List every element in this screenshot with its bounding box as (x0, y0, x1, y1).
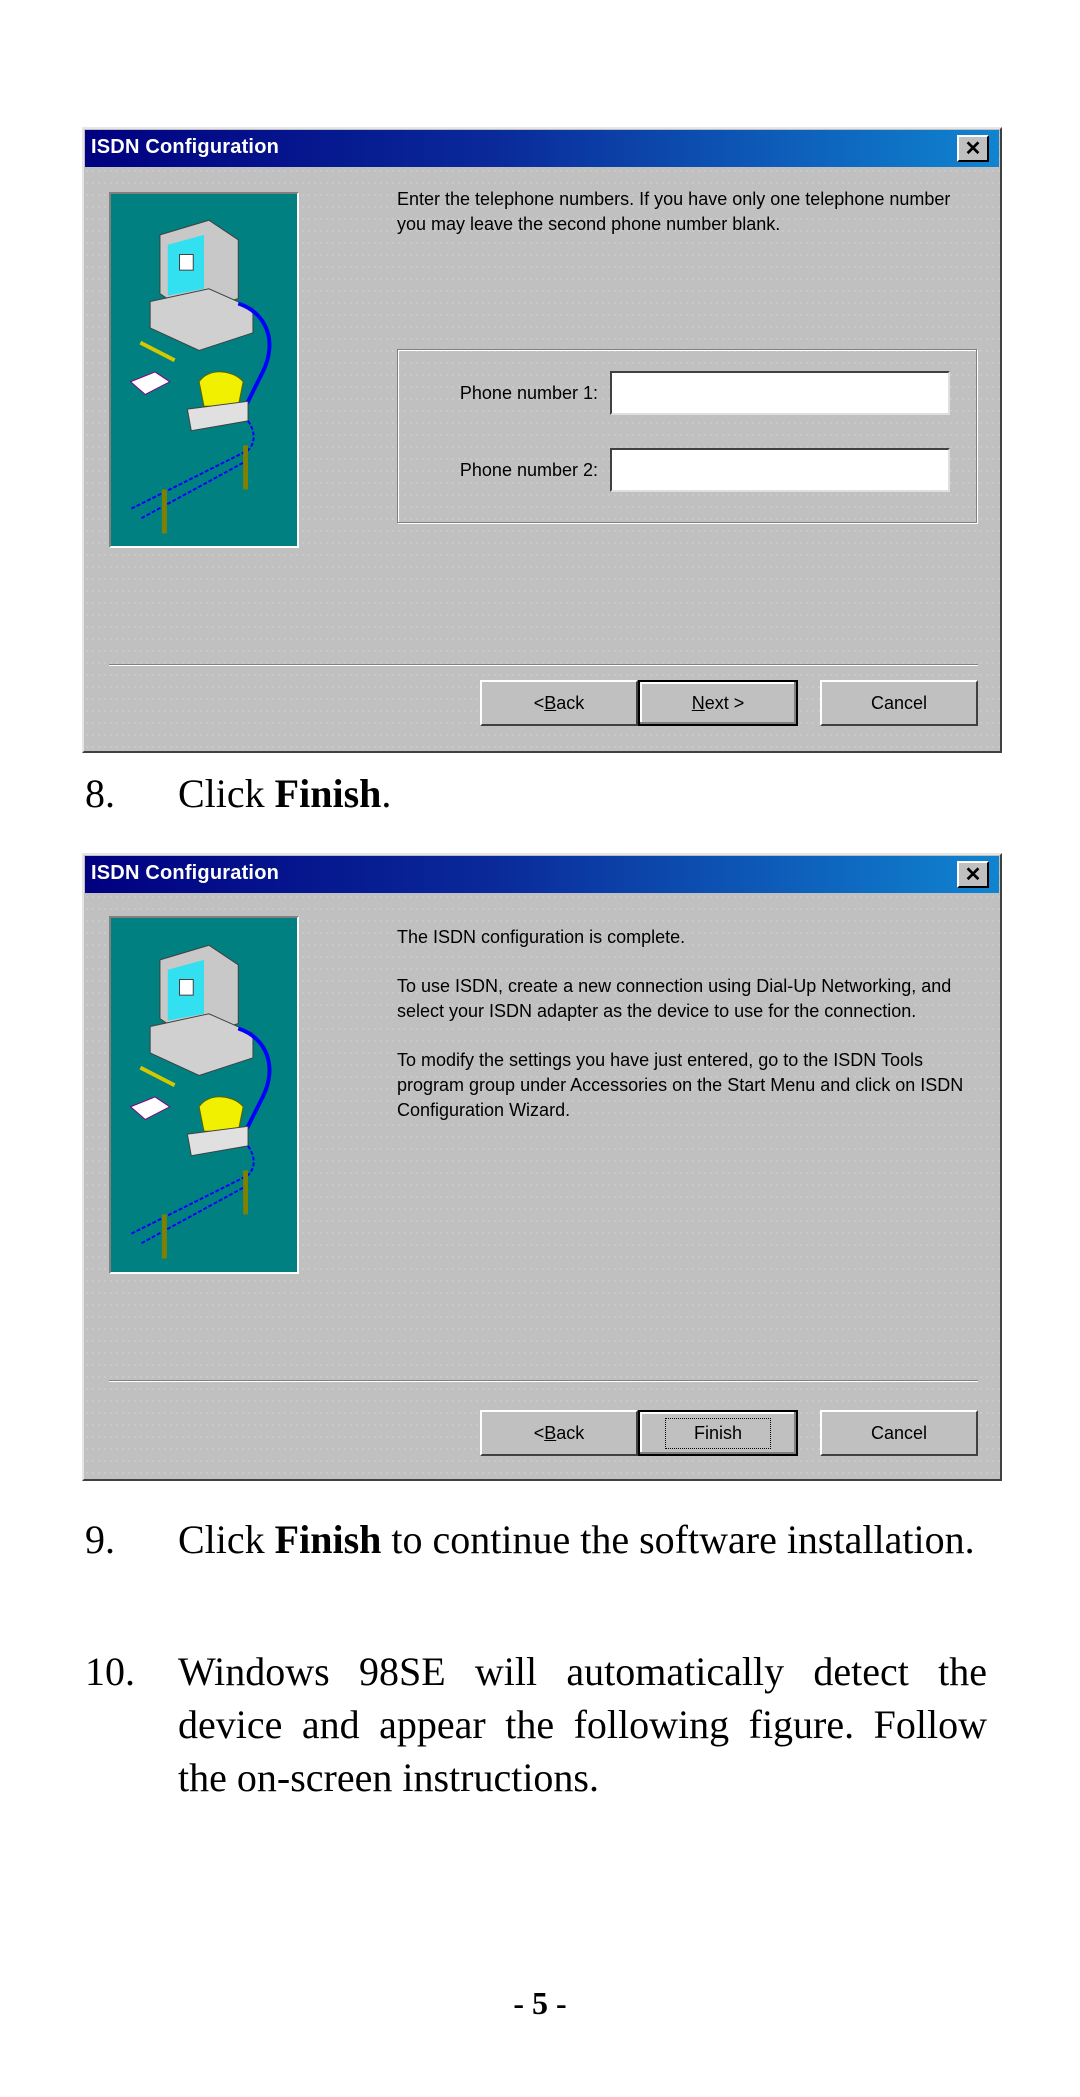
line2-shape (139, 459, 249, 520)
pole2-shape (161, 489, 167, 534)
completion-paragraph-3: To modify the settings you have just ent… (397, 1050, 964, 1120)
dialog-title: ISDN Configuration (91, 862, 280, 884)
completion-text: The ISDN configuration is complete. To u… (397, 925, 970, 1147)
pole2-shape (161, 1214, 167, 1259)
cancel-label: Cancel (870, 692, 928, 713)
step-text-before: Click (178, 771, 275, 816)
line-shape (130, 420, 255, 510)
step-text-after: to continue the software installation. (381, 1517, 975, 1562)
back-button[interactable]: < Back (480, 1410, 638, 1456)
step-text: Windows 98SE will automatically detect t… (178, 1649, 987, 1800)
pencil-shape (139, 340, 176, 362)
phone-number-1-row: Phone number 1: (398, 370, 976, 416)
line-shape (130, 1145, 255, 1235)
instruction-text: Enter the telephone numbers. If you have… (397, 189, 951, 234)
step-bold-text: Finish (274, 771, 382, 816)
next-mnemonic: N (691, 692, 705, 713)
next-label-rest: ext > (704, 692, 745, 713)
phone-number-2-row: Phone number 2: (398, 447, 976, 493)
next-button[interactable]: Next > (638, 680, 798, 726)
computer-phone-network-illustration (109, 916, 299, 1274)
title-bar[interactable]: ISDN Configuration ✕ (85, 856, 999, 893)
back-mnemonic: B (544, 1422, 557, 1443)
step-text: Click Finish. (178, 767, 987, 820)
finish-button[interactable]: Finish (638, 1410, 798, 1456)
finish-label: Finish (664, 1417, 771, 1449)
cancel-label: Cancel (870, 1422, 928, 1443)
step-10: 10. Windows 98SE will automatically dete… (85, 1645, 987, 1804)
title-bar[interactable]: ISDN Configuration ✕ (85, 130, 999, 167)
step-number: 9. (85, 1517, 115, 1562)
cancel-button[interactable]: Cancel (820, 1410, 978, 1456)
dialog-title: ISDN Configuration (91, 136, 280, 158)
close-button[interactable]: ✕ (957, 135, 989, 162)
pole-shape (243, 445, 249, 490)
telephone-shape (198, 371, 244, 407)
pencil-shape (139, 1065, 176, 1087)
close-icon: ✕ (964, 138, 982, 160)
back-prefix: < (533, 1422, 545, 1443)
back-mnemonic: B (544, 692, 557, 713)
separator (109, 664, 978, 666)
step-text: Click Finish to continue the software in… (178, 1513, 987, 1566)
close-icon: ✕ (964, 864, 982, 886)
illustration-graphic (129, 944, 272, 1259)
back-prefix: < (533, 692, 545, 713)
step-8: 8. Click Finish. (85, 767, 987, 820)
line2-shape (139, 1184, 249, 1245)
step-9: 9. Click Finish to continue the software… (85, 1513, 987, 1566)
cancel-button[interactable]: Cancel (820, 680, 978, 726)
phone-number-2-input[interactable] (610, 448, 950, 492)
phone-numbers-group: Phone number 1: Phone number 2: (397, 349, 977, 523)
step-number: 8. (85, 771, 115, 816)
phone-number-1-input[interactable] (610, 371, 950, 415)
screen-window-shape (179, 978, 194, 996)
step-text-after: . (381, 771, 392, 816)
phone-number-1-label: Phone number 1: (459, 382, 598, 403)
back-label-rest: ack (556, 692, 585, 713)
step-bold-text: Finish (274, 1517, 382, 1562)
phone-number-2-label: Phone number 2: (459, 459, 598, 480)
isdn-config-dialog-phone-numbers: ISDN Configuration ✕ Enter the telephone… (82, 127, 1002, 753)
page-number: - 5 - (513, 1985, 567, 2021)
back-button[interactable]: < Back (480, 680, 638, 726)
computer-phone-network-illustration (109, 192, 299, 548)
isdn-config-dialog-complete: ISDN Configuration ✕ The ISDN configurat… (82, 853, 1002, 1481)
back-label-rest: ack (556, 1422, 585, 1443)
step-text-before: Click (178, 1517, 275, 1562)
telephone-shape (198, 1096, 244, 1132)
separator (109, 1380, 978, 1382)
completion-paragraph-1: The ISDN configuration is complete. (397, 927, 686, 947)
notepad-shape (129, 1096, 171, 1121)
illustration-graphic (129, 219, 272, 534)
notepad-shape (129, 371, 171, 396)
modem-shape (186, 1125, 249, 1157)
close-button[interactable]: ✕ (957, 861, 989, 888)
step-number: 10. (85, 1649, 135, 1694)
screen-window-shape (179, 253, 194, 271)
modem-shape (186, 400, 249, 432)
pole-shape (243, 1170, 249, 1215)
completion-paragraph-2: To use ISDN, create a new connection usi… (397, 976, 952, 1021)
